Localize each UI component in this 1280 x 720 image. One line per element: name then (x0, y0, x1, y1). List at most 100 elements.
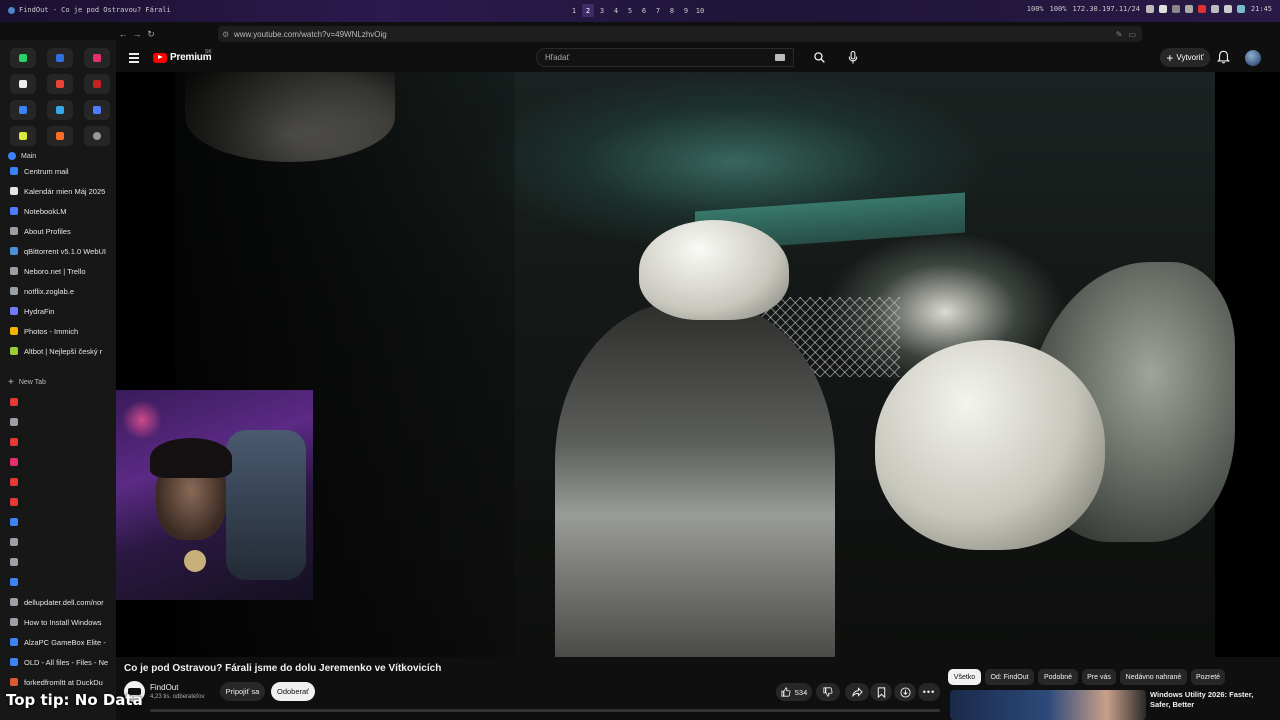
recommended-thumbnail[interactable] (950, 690, 1146, 720)
site-settings-icon[interactable]: ⚙ (222, 30, 229, 39)
tray-icon[interactable] (1210, 5, 1219, 13)
sidebar-tab-favicon-icon[interactable] (10, 458, 18, 466)
sidebar-tab-label: notflix.zoglab.e (24, 286, 75, 296)
join-button[interactable]: Pripojiť sa (220, 682, 265, 701)
subscribe-button[interactable]: Odoberať (271, 682, 315, 701)
pinned-messenger[interactable] (47, 48, 73, 68)
keyboard-icon[interactable] (775, 54, 785, 61)
sidebar-tab-favicon-icon[interactable] (10, 418, 18, 426)
pinned-gmail-2[interactable] (84, 74, 110, 94)
filter-chip[interactable]: Pre vás (1082, 669, 1116, 685)
screen-icon[interactable]: ▭ (1128, 30, 1136, 39)
menu-icon[interactable] (129, 53, 139, 65)
pinned-misc[interactable] (84, 126, 110, 146)
workspace-button[interactable]: 9 (680, 4, 692, 17)
tray-icon[interactable] (1184, 5, 1193, 13)
favicon-icon (10, 227, 18, 235)
brightness-readout[interactable]: 100% (1050, 5, 1067, 13)
workspace-button[interactable]: 4 (610, 4, 622, 17)
tray-icon[interactable] (1236, 5, 1245, 13)
notifications-button[interactable] (1217, 50, 1230, 64)
filter-chip[interactable]: Pozreté (1191, 669, 1225, 685)
recommended-title[interactable]: Windows Utility 2026: Faster, Safer, Bet… (1150, 690, 1270, 710)
sidebar-tab-favicon-icon[interactable] (10, 498, 18, 506)
new-tab-button[interactable]: + New Tab (8, 377, 46, 388)
sidebar-tab-item[interactable]: Centrum mail (10, 164, 110, 178)
sidebar-tab-favicon-icon[interactable] (10, 398, 18, 406)
forward-button[interactable]: → (130, 29, 144, 39)
share-button[interactable] (845, 683, 869, 701)
pinned-whatsapp[interactable] (10, 48, 36, 68)
url-bar[interactable]: ⚙ www.youtube.com/watch?v=49WNLzhvOig ✎ … (218, 26, 1142, 42)
sidebar-tab-item[interactable]: notflix.zoglab.e (10, 284, 110, 298)
channel-name[interactable]: FindOut (150, 683, 178, 692)
workspace-button[interactable]: 3 (596, 4, 608, 17)
sidebar-tab-item[interactable]: AlzaPC GameBox Elite - (10, 635, 110, 649)
back-button[interactable]: ← (116, 29, 130, 39)
filter-chip[interactable]: Nedávno nahrané (1120, 669, 1187, 685)
sidebar-tab-item[interactable]: Photos - Immich (10, 324, 110, 338)
tray-icon[interactable] (1197, 5, 1206, 13)
sidebar-tab-item[interactable]: Kalendár mien Máj 2025 (10, 184, 110, 198)
sidebar-tab-favicon-icon[interactable] (10, 518, 18, 526)
sidebar-tab-item[interactable]: dellupdater.dell.com/nor (10, 595, 110, 609)
favicon-icon (10, 287, 18, 295)
sidebar-tab-item[interactable]: OLD - All files - Files - Ne (10, 655, 110, 669)
workspace-button[interactable]: 8 (666, 4, 678, 17)
sidebar-tab-item[interactable]: About Profiles (10, 224, 110, 238)
instagram-icon (93, 54, 101, 62)
pinned-notes[interactable] (10, 126, 36, 146)
voice-search-button[interactable] (844, 48, 862, 66)
sidebar-tab-favicon-icon[interactable] (10, 578, 18, 586)
more-actions-button[interactable]: ••• (918, 683, 940, 701)
sidebar-tab-favicon-icon[interactable] (10, 478, 18, 486)
account-avatar[interactable] (1245, 50, 1261, 66)
save-button[interactable] (870, 683, 892, 701)
tray-icon[interactable] (1171, 5, 1180, 13)
pinned-drive[interactable] (47, 100, 73, 120)
youtube-logo[interactable]: Premium SK (153, 49, 212, 63)
pinned-gmail[interactable] (47, 74, 73, 94)
search-input[interactable]: Hľadať (536, 48, 794, 67)
reload-button[interactable]: ↻ (144, 29, 158, 40)
dislike-button[interactable] (816, 683, 840, 701)
sidebar-tab-favicon-icon[interactable] (10, 438, 18, 446)
extensions-icon[interactable]: ✎ (1116, 30, 1123, 39)
search-button[interactable] (806, 48, 832, 67)
volume-readout[interactable]: 100% (1027, 5, 1044, 13)
sidebar-tab-favicon-icon[interactable] (10, 538, 18, 546)
workspace-button[interactable]: 2 (582, 4, 594, 17)
tray-icon[interactable] (1158, 5, 1167, 13)
sidebar-tab-item[interactable]: HydraFin (10, 304, 110, 318)
workspace-button[interactable]: 10 (694, 4, 706, 17)
workspace-button[interactable]: 5 (624, 4, 636, 17)
sidebar-tab-item[interactable]: How to Install Windows (10, 615, 110, 629)
pinned-instagram[interactable] (84, 48, 110, 68)
sidebar-tab-item[interactable]: Neboro.net | Trello (10, 264, 110, 278)
create-button[interactable]: + Vytvoriť (1160, 48, 1210, 67)
pinned-chat[interactable] (10, 100, 36, 120)
sidebar-tab-item[interactable]: NotebookLM (10, 204, 110, 218)
download-button[interactable] (894, 683, 916, 701)
filter-chip[interactable]: Podobné (1038, 669, 1078, 685)
workspace-button[interactable]: 7 (652, 4, 664, 17)
filter-chip[interactable]: Všetko (948, 669, 981, 685)
like-button[interactable]: 534 (776, 683, 812, 701)
video-helmet-front (875, 340, 1105, 550)
pinned-gitlab[interactable] (47, 126, 73, 146)
space-main[interactable]: Main (8, 152, 36, 160)
sidebar-tab-item[interactable]: Altbot | Nejlepší český r (10, 344, 110, 358)
notes-icon (19, 132, 27, 140)
workspace-switcher: 1 2 3 4 5 6 7 8 9 10 (568, 4, 706, 17)
sidebar-tab-item[interactable]: qBittorrent v5.1.0 WebUI (10, 244, 110, 258)
tray-icon[interactable] (1223, 5, 1232, 13)
pinned-app[interactable] (84, 100, 110, 120)
sidebar-tab-item[interactable]: forkedfromltt at DuckDu (10, 675, 110, 689)
whatsapp-icon (19, 54, 27, 62)
filter-chip[interactable]: Od: FindOut (985, 669, 1034, 685)
sidebar-tab-favicon-icon[interactable] (10, 558, 18, 566)
tray-icon[interactable] (1145, 5, 1154, 13)
workspace-button[interactable]: 1 (568, 4, 580, 17)
workspace-button[interactable]: 6 (638, 4, 650, 17)
pinned-x[interactable] (10, 74, 36, 94)
